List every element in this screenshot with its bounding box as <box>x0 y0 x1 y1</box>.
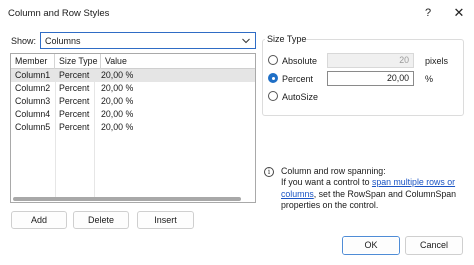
absolute-pixels-input[interactable]: 20 <box>327 53 414 68</box>
percent-unit-label: % <box>425 74 434 84</box>
absolute-pixels-value: 20 <box>399 55 409 65</box>
header-member[interactable]: Member <box>11 54 55 69</box>
members-grid[interactable]: Member Size Type Value Column1 Percent 2… <box>10 53 256 203</box>
title-bar: Column and Row Styles ? ✕ <box>0 0 474 26</box>
info-body: If you want a control to span multiple r… <box>281 177 466 211</box>
cell-value: 20,00 % <box>101 70 134 80</box>
percent-value: 20,00 <box>386 73 409 83</box>
header-value[interactable]: Value <box>101 54 255 69</box>
cell-value: 20,00 % <box>101 109 134 119</box>
table-row[interactable]: Column2 Percent 20,00 % <box>11 82 255 95</box>
header-size-type[interactable]: Size Type <box>55 54 101 69</box>
show-dropdown[interactable]: Columns <box>40 32 256 49</box>
cell-size-type: Percent <box>59 83 90 93</box>
cell-size-type: Percent <box>59 109 90 119</box>
span-link[interactable]: span multiple rows or <box>372 177 455 187</box>
chevron-down-icon <box>242 38 250 44</box>
cell-member: Column3 <box>15 96 51 106</box>
cell-value: 20,00 % <box>101 83 134 93</box>
cancel-button[interactable]: Cancel <box>405 236 463 255</box>
delete-button[interactable]: Delete <box>73 211 129 229</box>
info-icon: i <box>264 167 274 177</box>
info-heading: Column and row spanning: <box>281 166 386 176</box>
show-label: Show: <box>11 36 37 46</box>
cell-value: 20,00 % <box>101 122 134 132</box>
percent-input[interactable]: 20,00 <box>327 71 414 86</box>
add-button[interactable]: Add <box>11 211 67 229</box>
cell-size-type: Percent <box>59 70 90 80</box>
cell-member: Column1 <box>15 70 51 80</box>
grid-header: Member Size Type Value <box>11 54 255 69</box>
close-button[interactable]: ✕ <box>444 4 474 22</box>
percent-label[interactable]: Percent <box>282 74 313 84</box>
cell-value: 20,00 % <box>101 96 134 106</box>
cell-size-type: Percent <box>59 122 90 132</box>
absolute-label[interactable]: Absolute <box>282 56 317 66</box>
autosize-label[interactable]: AutoSize <box>282 92 318 102</box>
cell-size-type: Percent <box>59 96 90 106</box>
pixels-unit-label: pixels <box>425 56 449 66</box>
cell-member: Column2 <box>15 83 51 93</box>
insert-button[interactable]: Insert <box>137 211 194 229</box>
window-title: Column and Row Styles <box>8 8 110 19</box>
span-link-continued[interactable]: columns <box>281 189 314 199</box>
ok-label: OK <box>364 240 378 250</box>
table-row[interactable]: Column3 Percent 20,00 % <box>11 95 255 108</box>
absolute-radio[interactable] <box>268 55 278 65</box>
info-text: Column and row spanning: If you want a c… <box>281 166 466 211</box>
ok-button[interactable]: OK <box>342 236 400 255</box>
table-row[interactable]: Column5 Percent 20,00 % <box>11 121 255 134</box>
horizontal-scrollbar[interactable] <box>13 197 241 201</box>
table-row[interactable]: Column4 Percent 20,00 % <box>11 108 255 121</box>
autosize-radio[interactable] <box>268 91 278 101</box>
info-text-before-link: If you want a control to <box>281 177 372 188</box>
percent-radio[interactable] <box>268 73 278 83</box>
show-dropdown-value: Columns <box>45 36 81 46</box>
cell-member: Column4 <box>15 109 51 119</box>
size-type-group-title: Size Type <box>267 34 307 44</box>
cell-member: Column5 <box>15 122 51 132</box>
help-button[interactable]: ? <box>413 4 443 22</box>
table-row[interactable]: Column1 Percent 20,00 % <box>11 69 255 82</box>
